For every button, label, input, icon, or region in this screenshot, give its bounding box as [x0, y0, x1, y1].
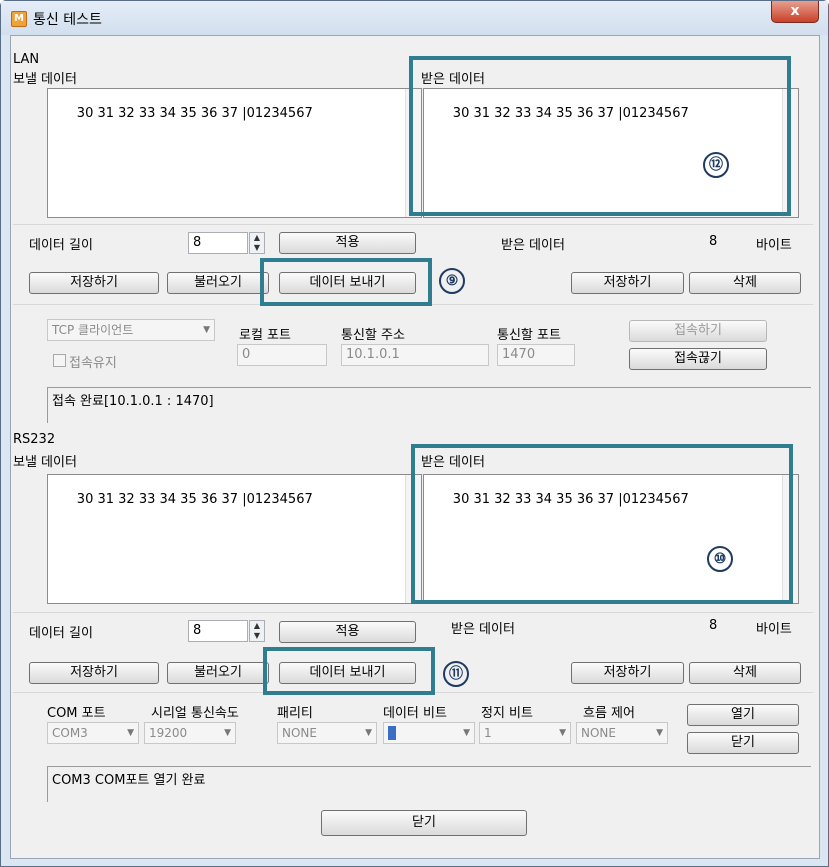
rs232-stop-bits-select[interactable]: 1 ▼	[479, 722, 571, 744]
rs232-flow-select[interactable]: NONE ▼	[576, 722, 668, 744]
lan-status-text: 접속 완료[10.1.0.1 : 1470]	[52, 394, 214, 409]
rs232-parity-label: 패리티	[277, 706, 313, 721]
rs232-data-bits-label: 데이터 비트	[383, 706, 447, 721]
rs232-data-length-stepper[interactable]: ▲ ▼	[249, 620, 265, 642]
rs232-baud-select[interactable]: 19200 ▼	[144, 722, 236, 744]
lan-comm-port-label: 통신할 포트	[497, 328, 561, 343]
lan-data-length-input[interactable]: 8	[188, 232, 248, 254]
rs232-com-port-select[interactable]: COM3 ▼	[47, 722, 139, 744]
rs232-load-button[interactable]: 불러오기	[167, 662, 269, 684]
rs232-data-length-label: 데이터 길이	[29, 626, 93, 641]
lan-send-textarea[interactable]: 30 31 32 33 34 35 36 37 |01234567	[47, 88, 422, 218]
chevron-down-icon: ▼	[365, 728, 372, 738]
chevron-down-icon: ▼	[656, 728, 663, 738]
lan-data-length-label: 데이터 길이	[29, 238, 93, 253]
callout-box-rs232-send	[263, 647, 435, 695]
rs232-send-label: 보낼 데이터	[13, 455, 77, 470]
test-window: M 통신 테스트 x LAN 보낼 데이터 30 31 32 33 34 35 …	[0, 0, 829, 867]
chevron-down-icon: ▼	[224, 728, 231, 738]
rs232-bytes-label: 바이트	[756, 622, 792, 637]
rs232-data-bits-select[interactable]: 8 ▼	[383, 722, 475, 744]
rs232-data-bits-value: 8	[388, 726, 396, 740]
lan-divider	[13, 224, 813, 225]
lan-recv-data-label: 받은 데이터	[501, 238, 565, 253]
lan-send-text: 30 31 32 33 34 35 36 37 |01234567	[76, 106, 313, 121]
lan-keep-alive-label: 접속유지	[69, 356, 117, 371]
callout-box-rs232-recv	[411, 444, 793, 604]
rs232-com-port-value: COM3	[52, 726, 88, 740]
lan-status-bar: 접속 완료[10.1.0.1 : 1470]	[47, 387, 811, 423]
lan-keep-alive-checkbox[interactable]	[53, 354, 66, 367]
rs232-com-port-label: COM 포트	[47, 706, 106, 721]
rs232-group-label: RS232	[13, 432, 56, 447]
chevron-down-icon: ▼	[463, 728, 470, 738]
lan-local-port-input[interactable]: 0	[237, 344, 327, 366]
rs232-baud-label: 시리얼 통신속도	[151, 706, 239, 721]
lan-save-button[interactable]: 저장하기	[29, 272, 159, 294]
lan-comm-addr-label: 통신할 주소	[341, 328, 405, 343]
lan-apply-button[interactable]: 적용	[279, 232, 416, 254]
rs232-delete-button[interactable]: 삭제	[689, 662, 801, 684]
chevron-down-icon: ▼	[203, 325, 210, 335]
client-area: LAN 보낼 데이터 30 31 32 33 34 35 36 37 |0123…	[10, 35, 820, 859]
lan-data-length-stepper[interactable]: ▲ ▼	[249, 232, 265, 254]
rs232-open-button[interactable]: 열기	[687, 704, 799, 726]
rs232-status-bar: COM3 COM포트 열기 완료	[47, 766, 811, 802]
lan-delete-button[interactable]: 삭제	[689, 272, 801, 294]
rs232-recv-data-label: 받은 데이터	[451, 622, 515, 637]
rs232-send-textarea[interactable]: 30 31 32 33 34 35 36 37 |01234567	[47, 474, 422, 604]
rs232-parity-select[interactable]: NONE ▼	[277, 722, 377, 744]
rs232-save-button[interactable]: 저장하기	[29, 662, 159, 684]
callout-badge-12: ⑫	[703, 152, 729, 178]
rs232-recv-count: 8	[709, 618, 718, 633]
lan-send-label: 보낼 데이터	[13, 72, 77, 87]
lan-load-button[interactable]: 불러오기	[167, 272, 269, 294]
lan-bytes-label: 바이트	[756, 238, 792, 253]
rs232-apply-button[interactable]: 적용	[279, 621, 416, 643]
rs232-close-button[interactable]: 닫기	[687, 732, 799, 754]
callout-badge-11: ⑪	[443, 661, 469, 687]
rs232-send-text: 30 31 32 33 34 35 36 37 |01234567	[76, 492, 313, 507]
rs232-flow-label: 흐름 제어	[583, 706, 635, 721]
rs232-stop-bits-label: 정지 비트	[481, 706, 533, 721]
rs232-parity-value: NONE	[282, 726, 317, 740]
app-icon: M	[11, 11, 27, 27]
window-title: 통신 테스트	[33, 12, 102, 28]
lan-group-label: LAN	[13, 52, 40, 67]
lan-recv-count: 8	[709, 234, 718, 249]
rs232-flow-value: NONE	[581, 726, 616, 740]
callout-box-lan-recv	[409, 56, 791, 216]
rs232-baud-value: 19200	[149, 726, 188, 740]
callout-box-lan-send	[260, 258, 432, 306]
lan-disconnect-button[interactable]: 접속끊기	[629, 348, 767, 370]
window-close-button[interactable]: x	[771, 1, 819, 23]
footer-close-button[interactable]: 닫기	[321, 810, 527, 836]
lan-mode-value: TCP 클라이언트	[52, 323, 134, 337]
rs232-divider	[13, 612, 813, 613]
lan-comm-port-input[interactable]: 1470	[497, 344, 575, 366]
chevron-down-icon: ▼	[127, 728, 134, 738]
rs232-status-text: COM3 COM포트 열기 완료	[52, 773, 206, 788]
lan-recv-save-button[interactable]: 저장하기	[571, 272, 684, 294]
lan-mode-select[interactable]: TCP 클라이언트 ▼	[47, 319, 215, 341]
lan-comm-addr-input[interactable]: 10.1.0.1	[341, 344, 489, 366]
callout-badge-10: ⑩	[707, 546, 733, 572]
rs232-recv-save-button[interactable]: 저장하기	[571, 662, 684, 684]
callout-badge-9: ⑨	[439, 268, 465, 294]
lan-connect-button[interactable]: 접속하기	[629, 320, 767, 342]
chevron-down-icon: ▼	[559, 728, 566, 738]
rs232-stop-bits-value: 1	[484, 726, 492, 740]
lan-local-port-label: 로컬 포트	[239, 328, 291, 343]
rs232-data-length-input[interactable]: 8	[188, 620, 248, 642]
title-bar[interactable]: M 통신 테스트 x	[1, 1, 828, 35]
